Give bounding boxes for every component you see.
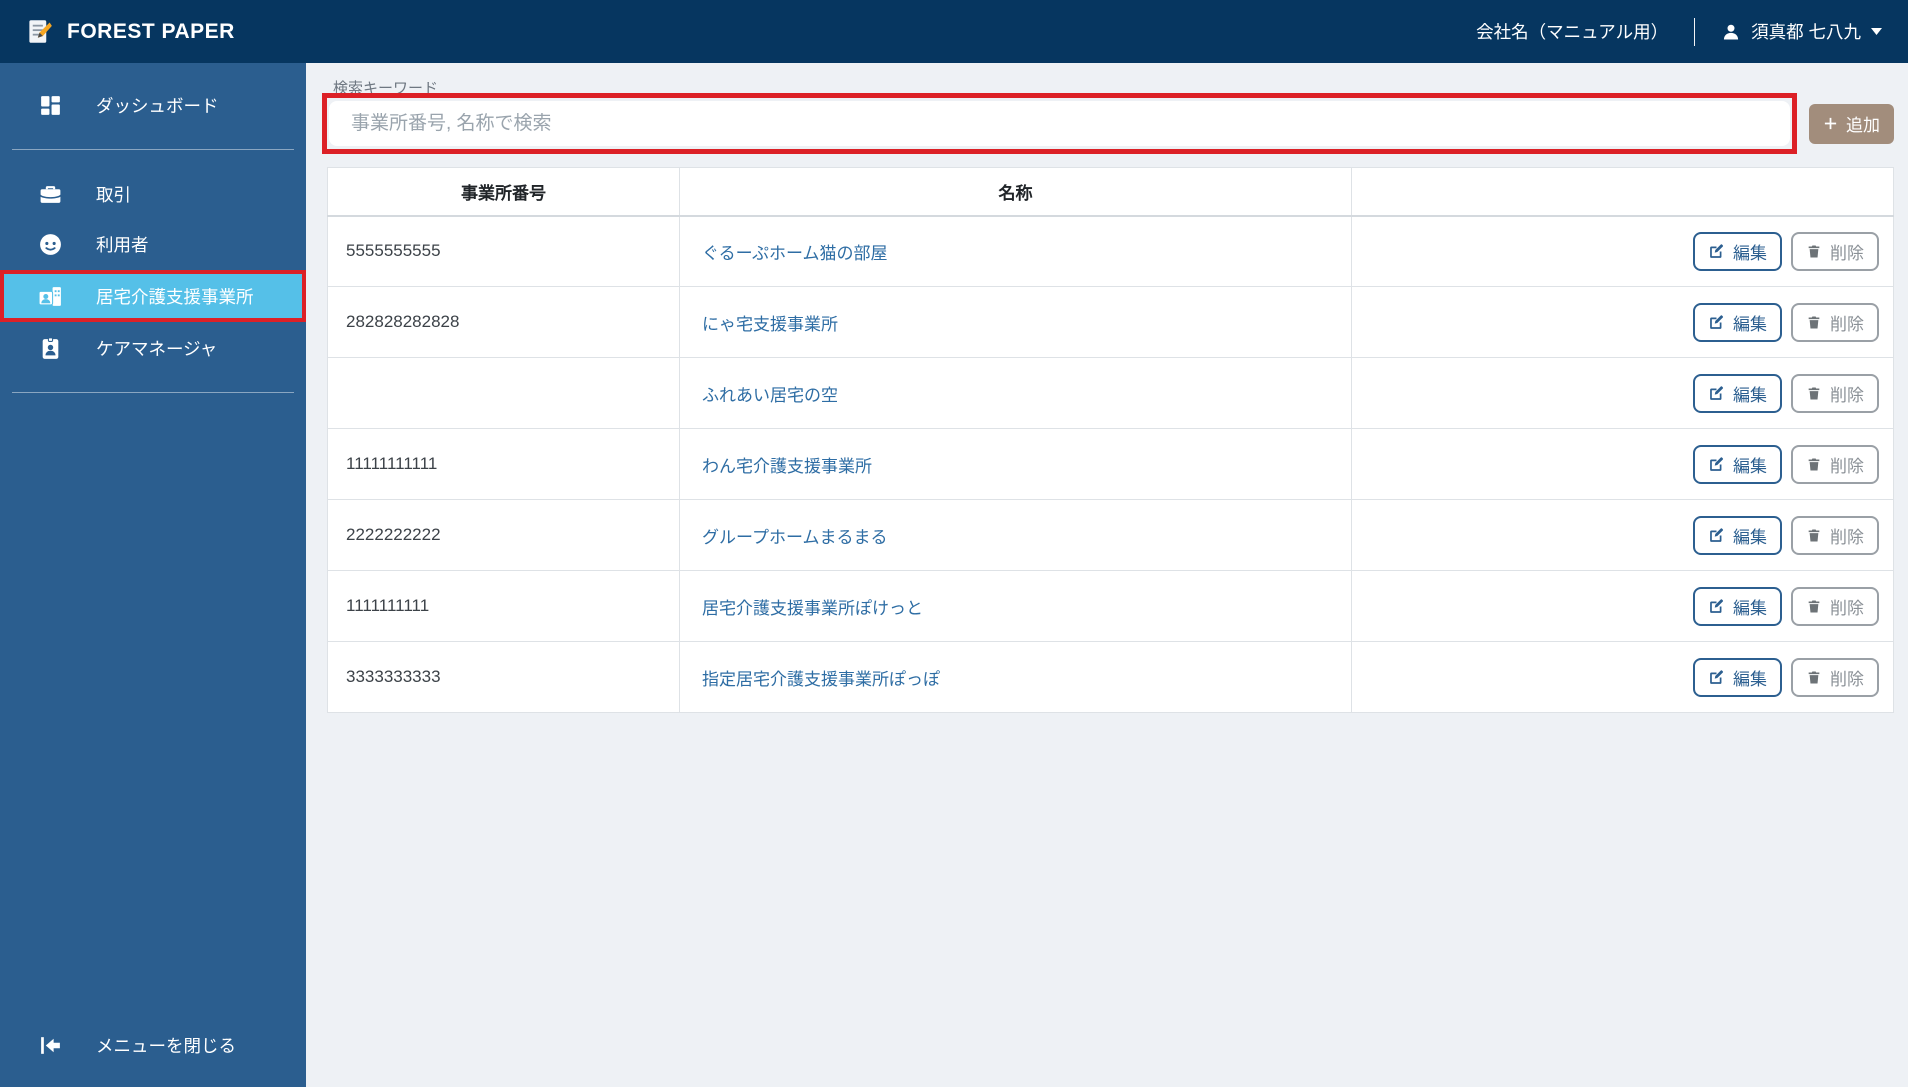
edit-button-label: 編集 <box>1733 456 1767 476</box>
sidebar-item-label: ダッシュボード <box>96 95 219 116</box>
sidebar-item-users[interactable]: 利用者 <box>0 220 306 268</box>
table-header-row: 事業所番号 名称 <box>327 167 1894 217</box>
office-number-cell: 2222222222 <box>327 499 680 571</box>
delete-button[interactable]: 削除 <box>1791 444 1879 484</box>
offices-table-wrap: 事業所番号 名称 5555555555 ぐるーぷホーム猫の部屋 編集 削除 28… <box>327 167 1894 713</box>
delete-button-label: 削除 <box>1830 669 1864 689</box>
delete-button[interactable]: 削除 <box>1791 231 1879 271</box>
id-badge-icon <box>36 336 64 361</box>
sidebar-collapse-menu[interactable]: メニューを閉じる <box>0 1021 306 1069</box>
add-button-label: 追加 <box>1846 116 1880 135</box>
plus-icon <box>1823 116 1838 131</box>
delete-button-label: 削除 <box>1830 527 1864 547</box>
office-card-icon <box>36 284 64 309</box>
office-number-cell <box>327 357 680 429</box>
delete-button[interactable]: 削除 <box>1791 657 1879 697</box>
sidebar-item-dashboard[interactable]: ダッシュボード <box>0 81 306 129</box>
sidebar-item-label: 居宅介護支援事業所 <box>96 286 254 307</box>
sidebar-item-care-managers[interactable]: ケアマネージャ <box>0 324 306 372</box>
delete-button[interactable]: 削除 <box>1791 373 1879 413</box>
column-header-name: 名称 <box>679 167 1352 217</box>
office-name-link[interactable]: わん宅介護支援事業所 <box>702 457 872 476</box>
edit-button[interactable]: 編集 <box>1693 231 1782 271</box>
sidebar-item-transactions[interactable]: 取引 <box>0 170 306 218</box>
office-name-link[interactable]: 指定居宅介護支援事業所ぽっぽ <box>702 670 940 689</box>
memo-pencil-icon <box>26 18 53 45</box>
sidebar: ダッシュボード 取引 利用者 居宅介護支援事業所 ケアマネージャ メニューを閉じ… <box>0 63 306 1087</box>
app-header: FOREST PAPER 会社名（マニュアル用） 須真都 七八九 <box>0 0 1908 63</box>
edit-button-label: 編集 <box>1733 527 1767 547</box>
delete-button-label: 削除 <box>1830 598 1864 618</box>
table-row: 2222222222 グループホームまるまる 編集 削除 <box>327 499 1894 571</box>
user-menu[interactable]: 須真都 七八九 <box>1721 19 1882 44</box>
sidebar-item-label: 利用者 <box>96 234 149 255</box>
search-input[interactable] <box>329 101 1790 146</box>
caret-down-icon <box>1871 28 1882 35</box>
table-row: 3333333333 指定居宅介護支援事業所ぽっぽ 編集 削除 <box>327 641 1894 713</box>
edit-button[interactable]: 編集 <box>1693 657 1782 697</box>
edit-button-label: 編集 <box>1733 243 1767 263</box>
office-name-link[interactable]: にゃ宅支援事業所 <box>702 315 838 334</box>
edit-button-label: 編集 <box>1733 598 1767 618</box>
edit-button-label: 編集 <box>1733 669 1767 689</box>
delete-button-label: 削除 <box>1830 385 1864 405</box>
user-icon <box>1721 22 1741 42</box>
edit-button-label: 編集 <box>1733 385 1767 405</box>
app-title: FOREST PAPER <box>67 19 235 43</box>
edit-button[interactable]: 編集 <box>1693 444 1782 484</box>
sidebar-divider <box>12 149 294 150</box>
office-number-cell: 282828282828 <box>327 286 680 358</box>
user-smile-icon <box>36 232 64 257</box>
briefcase-icon <box>36 182 64 207</box>
column-header-actions <box>1351 167 1894 217</box>
office-number-cell: 5555555555 <box>327 215 680 287</box>
table-row: 5555555555 ぐるーぷホーム猫の部屋 編集 削除 <box>327 215 1894 287</box>
dashboard-icon <box>36 93 64 118</box>
edit-button-label: 編集 <box>1733 314 1767 334</box>
company-name: 会社名（マニュアル用） <box>1476 22 1669 42</box>
table-row: 282828282828 にゃ宅支援事業所 編集 削除 <box>327 286 1894 358</box>
add-button[interactable]: 追加 <box>1809 103 1894 144</box>
delete-button-label: 削除 <box>1830 456 1864 476</box>
office-name-link[interactable]: 居宅介護支援事業所ぽけっと <box>702 599 923 618</box>
edit-button[interactable]: 編集 <box>1693 373 1782 413</box>
main-content: 検索キーワード 追加 事業所番号 名称 <box>306 63 1908 1087</box>
sidebar-item-label: ケアマネージャ <box>96 338 218 359</box>
header-divider <box>1694 17 1696 46</box>
table-row: 1111111111 居宅介護支援事業所ぽけっと 編集 削除 <box>327 570 1894 642</box>
sidebar-collapse-label: メニューを閉じる <box>96 1035 236 1056</box>
office-number-cell: 1111111111 <box>327 570 680 642</box>
table-row: ふれあい居宅の空 編集 削除 <box>327 357 1894 429</box>
edit-button[interactable]: 編集 <box>1693 302 1782 342</box>
offices-table: 事業所番号 名称 5555555555 ぐるーぷホーム猫の部屋 編集 削除 28… <box>327 167 1894 713</box>
app-logo: FOREST PAPER <box>26 18 235 45</box>
delete-button-label: 削除 <box>1830 243 1864 263</box>
edit-button[interactable]: 編集 <box>1693 515 1782 555</box>
user-name: 須真都 七八九 <box>1751 22 1861 42</box>
edit-button[interactable]: 編集 <box>1693 586 1782 626</box>
office-name-link[interactable]: ぐるーぷホーム猫の部屋 <box>702 244 887 263</box>
office-number-cell: 3333333333 <box>327 641 680 713</box>
sidebar-item-label: 取引 <box>96 184 131 205</box>
collapse-left-icon <box>36 1033 64 1058</box>
delete-button[interactable]: 削除 <box>1791 586 1879 626</box>
sidebar-item-home-care-offices[interactable]: 居宅介護支援事業所 <box>0 270 306 322</box>
delete-button[interactable]: 削除 <box>1791 302 1879 342</box>
office-name-link[interactable]: ふれあい居宅の空 <box>702 386 838 405</box>
delete-button-label: 削除 <box>1830 314 1864 334</box>
search-annotation-box <box>322 93 1797 154</box>
office-number-cell: 11111111111 <box>327 428 680 500</box>
table-row: 11111111111 わん宅介護支援事業所 編集 削除 <box>327 428 1894 500</box>
delete-button[interactable]: 削除 <box>1791 515 1879 555</box>
sidebar-divider <box>12 392 294 393</box>
office-name-link[interactable]: グループホームまるまる <box>702 528 887 547</box>
column-header-office-number: 事業所番号 <box>327 167 680 217</box>
